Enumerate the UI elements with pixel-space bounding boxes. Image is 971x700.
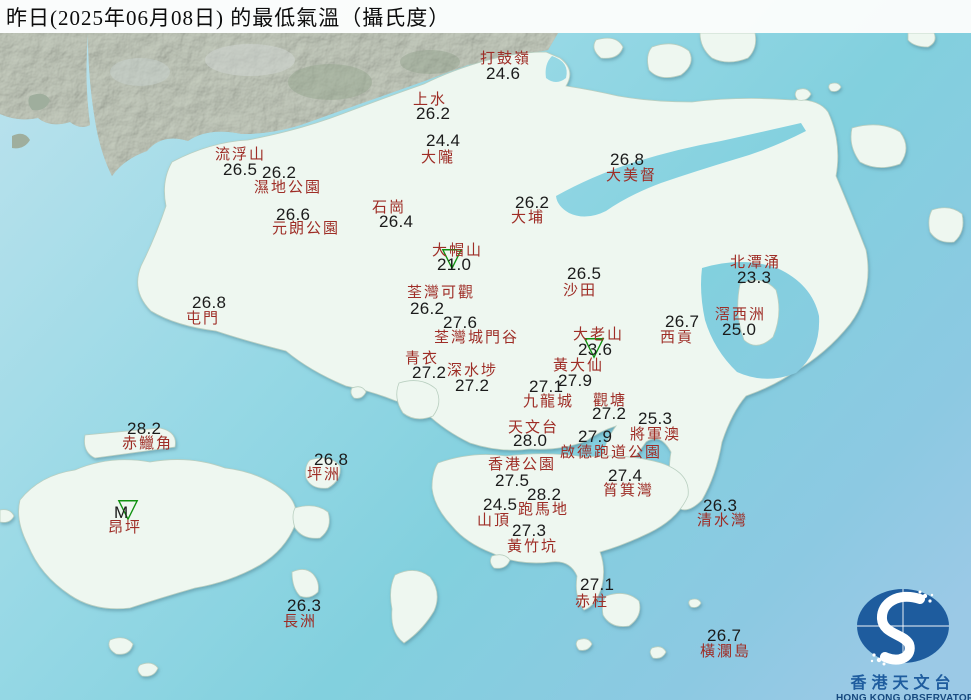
hko-logo: 香港天文台 HONG KONG OBSERVATORY [836,586,971,700]
kau-sai-chau-island [737,279,780,346]
logo-name-zh: 香港天文台 [850,675,956,692]
weather-map-screenshot: 昨日(2025年06月08日) 的最低氣溫（攝氏度） 24.6 打鼓嶺 26.2 上水… [0,0,971,700]
hko-emblem-icon [857,589,949,666]
logo-name-en: HONG KONG OBSERVATORY [836,693,971,700]
hong-kong-map [0,0,971,700]
page-title: 昨日(2025年06月08日) 的最低氣溫（攝氏度） [6,5,451,30]
title-bar: 昨日(2025年06月08日) 的最低氣溫（攝氏度） [0,0,971,33]
